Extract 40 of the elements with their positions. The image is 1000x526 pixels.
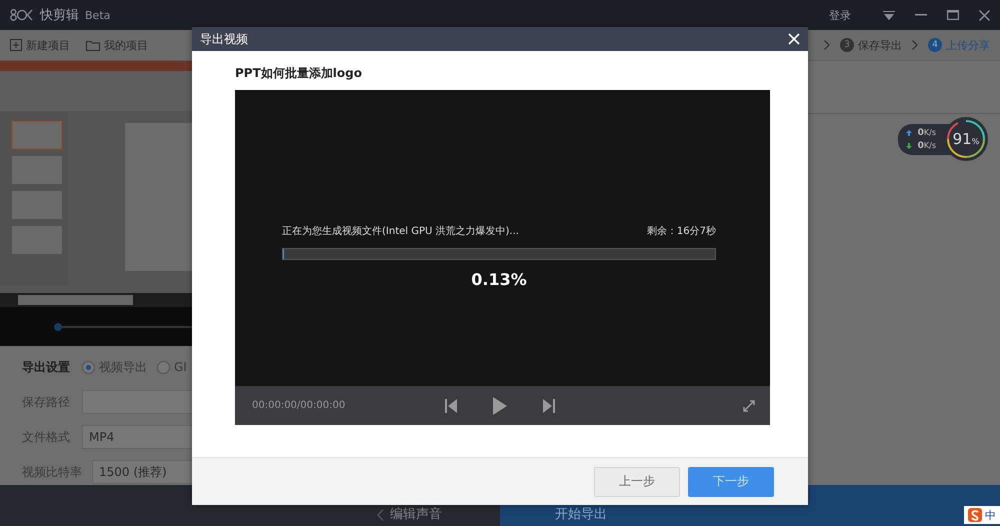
dialog-title: 导出视频 <box>200 30 248 48</box>
start-export-button[interactable]: 开始导出 <box>555 507 607 523</box>
minimize-icon[interactable] <box>915 14 927 16</box>
login-link[interactable]: 登录 <box>829 8 851 22</box>
remaining-time: 剩余：16分7秒 <box>646 224 716 238</box>
memory-ring-icon <box>946 119 986 159</box>
fullscreen-icon[interactable] <box>742 398 756 412</box>
new-project-button[interactable]: 新建项目 <box>10 38 70 52</box>
upload-icon <box>906 130 912 136</box>
beta-label: Beta <box>85 8 110 22</box>
app-title: 快剪辑 <box>40 7 79 24</box>
section-title: 导出设置 <box>22 358 71 376</box>
upload-speed: 0K/s <box>918 128 936 138</box>
logo-icon <box>10 9 34 21</box>
input-method-icon[interactable] <box>968 508 982 522</box>
memory-usage: 91% <box>952 130 980 148</box>
next-icon[interactable] <box>543 398 555 412</box>
video-title: PPT如何批量添加logo <box>235 65 363 82</box>
plus-icon <box>10 39 22 51</box>
status-text: 正在为您生成视频文件(Intel GPU 洪荒之力爆发中)... <box>282 224 519 238</box>
previous-icon[interactable] <box>445 398 457 412</box>
chevron-icon <box>824 40 830 50</box>
ime-toolbar[interactable]: 中 <box>964 506 1000 524</box>
folder-icon <box>86 40 100 50</box>
play-icon[interactable] <box>493 396 507 414</box>
close-icon[interactable] <box>979 10 990 20</box>
dropdown-icon[interactable] <box>883 10 895 20</box>
step-tab[interactable]: 4 上传分享 <box>928 38 990 52</box>
maximize-icon[interactable] <box>947 10 959 20</box>
next-step-button[interactable]: 下一步 <box>688 466 774 496</box>
edit-sound-button[interactable]: 编辑声音 <box>377 507 442 523</box>
chevron-icon <box>912 40 918 50</box>
download-speed: 0K/s <box>918 140 936 150</box>
step-tab[interactable]: 3 保存导出 <box>840 38 902 52</box>
download-icon <box>906 142 912 148</box>
progress-percent: 0.13% <box>470 270 528 289</box>
chevron-icon <box>377 509 384 521</box>
time-display: 00:00:00/00:00:00 <box>252 400 346 411</box>
previous-step-button[interactable]: 上一步 <box>594 466 680 496</box>
my-projects-button[interactable]: 我的项目 <box>86 38 148 52</box>
